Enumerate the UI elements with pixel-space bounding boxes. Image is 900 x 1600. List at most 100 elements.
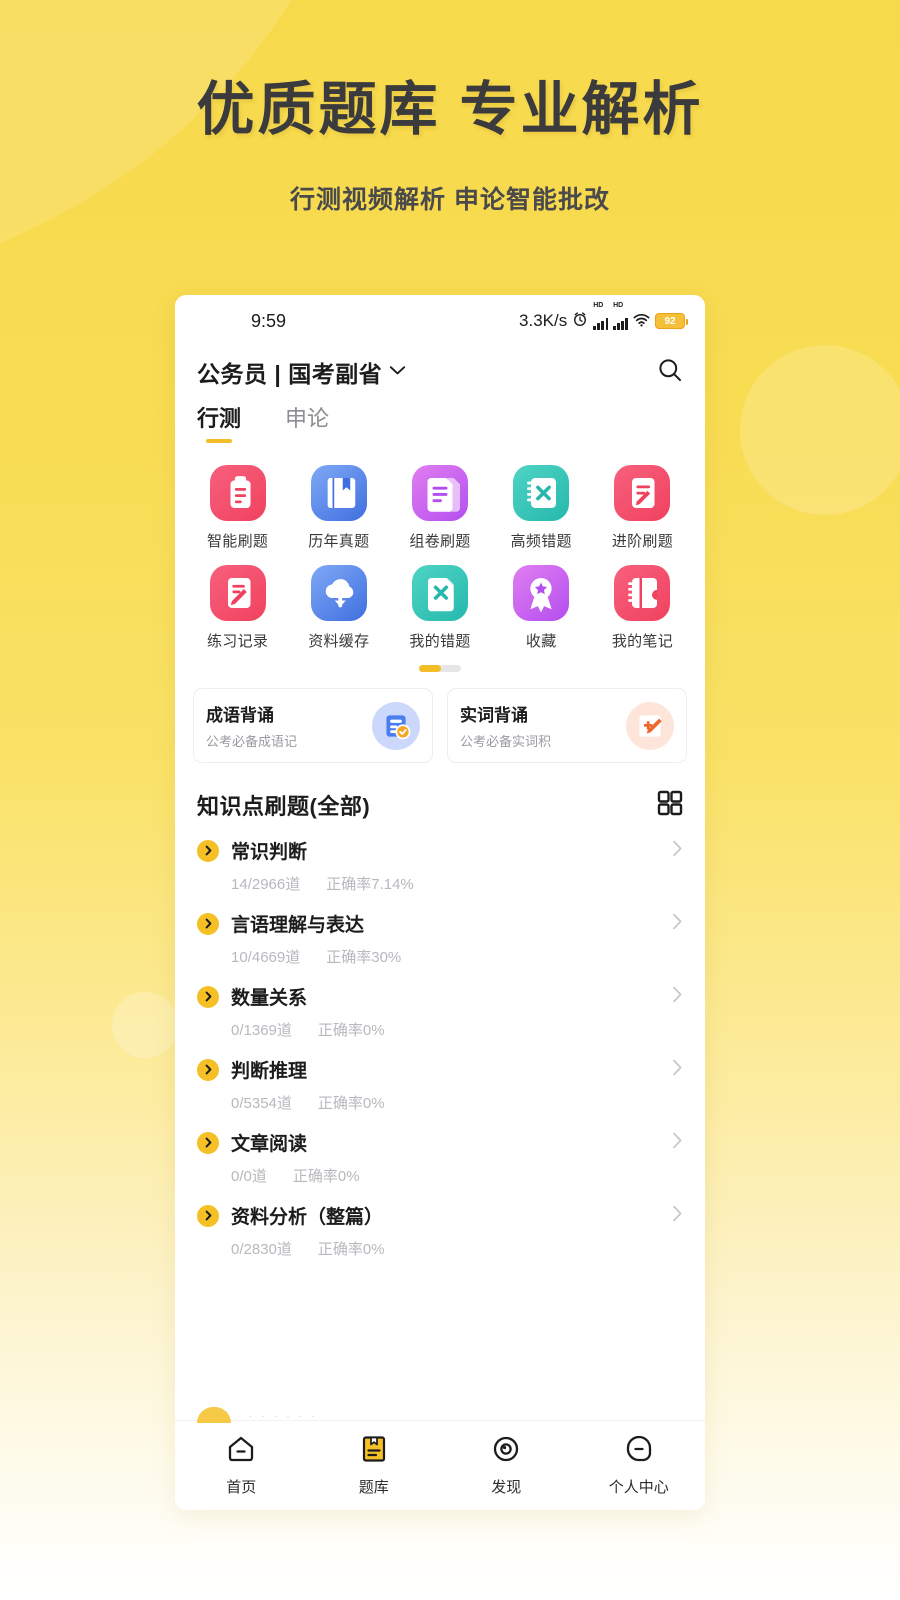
status-bar: 9:59 3.3K/s HD HD 92	[175, 295, 705, 347]
kp-name: 言语理解与表达	[231, 915, 365, 936]
document-pen-icon	[614, 465, 671, 521]
kp-progress: 0/0道	[231, 1168, 267, 1185]
promo-title: 成语背诵	[206, 706, 274, 725]
promo-text: 实词背诵 公考必备实词积	[460, 701, 626, 750]
grid-item-paper-stack[interactable]: 组卷刷题	[389, 455, 490, 555]
decorative-circle-right	[740, 345, 900, 515]
knowledge-point-row[interactable]: 资料分析（整篇） 0/2830道 正确率0%	[197, 1190, 683, 1263]
kp-accuracy: 正确率0%	[317, 1241, 385, 1258]
search-icon[interactable]	[657, 357, 683, 388]
grid-item-document-lines[interactable]: 智能刷题	[187, 455, 288, 555]
paper-stack-icon	[412, 465, 468, 521]
nav-item-label: 首页	[226, 1479, 257, 1496]
kp-progress: 0/5354道	[231, 1095, 292, 1112]
kp-accuracy: 正确率0%	[292, 1168, 360, 1185]
grid-item-label: 收藏	[525, 633, 557, 650]
kp-row-top: 资料分析（整篇）	[197, 1202, 683, 1229]
page-x-icon	[412, 565, 468, 621]
nav-item-home[interactable]: 首页	[175, 1434, 308, 1497]
kp-row-meta: 0/1369道 正确率0%	[197, 1010, 683, 1040]
grid-item-document-pen[interactable]: 进阶刷题	[592, 455, 693, 555]
grid-view-icon[interactable]	[657, 790, 683, 821]
grid-item-label: 我的错题	[409, 633, 471, 650]
grid-item-note-pencil[interactable]: 练习记录	[187, 555, 288, 655]
promo-subtitle: 公考必备成语记	[206, 734, 298, 749]
scroll-hint-dots: · · · · · ·	[249, 1411, 318, 1421]
chevron-right-icon	[672, 840, 683, 862]
grid-item-medal-star[interactable]: 收藏	[491, 555, 592, 655]
chevron-right-badge-icon	[197, 1204, 219, 1227]
grid-item-cloud-download[interactable]: 资料缓存	[288, 555, 389, 655]
hd-label-1: HD	[593, 301, 604, 309]
nav-item-compass[interactable]: 发现	[440, 1434, 573, 1497]
kp-accuracy: 正确率30%	[326, 949, 402, 966]
cloud-download-icon	[310, 565, 367, 621]
app-header: 公务员 | 国考副省	[175, 347, 705, 397]
grid-item-label: 智能刷题	[207, 533, 269, 550]
promo-card-row: 成语背诵 公考必备成语记 实词背诵 公考必备实词积	[175, 672, 705, 763]
status-indicators: 3.3K/s HD HD 92	[519, 302, 688, 335]
icon-grid-row: 智能刷题 历年真题 组卷刷题 高频错题 进阶刷题	[187, 455, 693, 555]
signal-icon-1: HD	[593, 302, 609, 335]
promo-card-2[interactable]: 实词背诵 公考必备实词积	[447, 688, 687, 763]
status-time: 9:59	[251, 310, 287, 331]
document-check-icon	[372, 701, 420, 750]
kp-progress: 0/2830道	[231, 1241, 292, 1258]
grid-item-notebook-x[interactable]: 高频错题	[491, 455, 592, 555]
phone-screenshot: 9:59 3.3K/s HD HD 92 公务员 | 国考副省 行测 申论 智能…	[175, 295, 705, 1510]
alarm-clock-icon	[572, 311, 588, 332]
grid-item-label: 组卷刷题	[409, 533, 471, 550]
knowledge-point-row[interactable]: 言语理解与表达 10/4669道 正确率30%	[197, 898, 683, 971]
knowledge-point-list[interactable]: 常识判断 14/2966道 正确率7.14% 言语理解与表达 10/4669道 …	[175, 825, 705, 1420]
grid-item-notebook[interactable]: 我的笔记	[592, 555, 693, 655]
network-speed-text: 3.3K/s	[519, 311, 568, 330]
chevron-right-icon	[672, 913, 683, 935]
bookmark-book-icon	[310, 465, 367, 521]
knowledge-section-header: 知识点刷题(全部)	[175, 763, 705, 825]
kp-progress: 14/2966道	[231, 876, 301, 893]
chevron-right-icon	[672, 1059, 683, 1081]
grid-item-label: 历年真题	[308, 533, 370, 550]
knowledge-point-row[interactable]: 文章阅读 0/0道 正确率0%	[197, 1117, 683, 1190]
signal-icon-2: HD	[613, 302, 628, 335]
section-tabs: 行测 申论	[175, 397, 705, 445]
document-lines-icon	[209, 465, 266, 521]
kp-name: 数量关系	[231, 988, 308, 1009]
chevron-right-badge-icon	[197, 985, 219, 1008]
knowledge-point-row[interactable]: 数量关系 0/1369道 正确率0%	[197, 971, 683, 1044]
kp-name: 文章阅读	[231, 1134, 308, 1155]
battery-icon: 92	[655, 313, 688, 329]
nav-item-label: 题库	[358, 1479, 389, 1496]
kp-progress: 0/1369道	[231, 1022, 292, 1039]
kp-name: 资料分析（整篇）	[231, 1207, 384, 1228]
grid-item-bookmark-book[interactable]: 历年真题	[288, 455, 389, 555]
knowledge-point-row[interactable]: 判断推理 0/5354道 正确率0%	[197, 1044, 683, 1117]
chevron-down-icon	[389, 363, 406, 381]
nav-item-book[interactable]: 题库	[308, 1434, 441, 1497]
category-selector[interactable]: 公务员 | 国考副省	[197, 355, 406, 389]
home-icon	[226, 1434, 256, 1469]
kp-row-top: 文章阅读	[197, 1129, 683, 1156]
notebook-x-icon	[513, 465, 570, 521]
kp-accuracy: 正确率7.14%	[326, 876, 414, 893]
pager-track[interactable]	[419, 665, 461, 672]
nav-item-profile[interactable]: 个人中心	[573, 1434, 706, 1497]
section-title: 知识点刷题(全部)	[197, 794, 371, 819]
chevron-right-badge-icon	[197, 839, 219, 862]
nav-item-label: 发现	[491, 1479, 522, 1496]
tab-1[interactable]: 行测	[197, 401, 241, 443]
tab-label: 行测	[197, 406, 242, 431]
kp-accuracy: 正确率0%	[317, 1022, 385, 1039]
knowledge-point-row[interactable]: 常识判断 14/2966道 正确率7.14%	[197, 825, 683, 898]
chevron-right-icon	[672, 1132, 683, 1154]
notebook-icon	[614, 565, 671, 621]
category-label: 公务员 | 国考副省	[197, 361, 383, 387]
grid-item-page-x[interactable]: 我的错题	[389, 555, 490, 655]
kp-name: 判断推理	[231, 1061, 308, 1082]
promo-title: 实词背诵	[460, 706, 528, 725]
hero-section: 优质题库 专业解析 行测视频解析 申论智能批改	[0, 78, 900, 216]
grid-pager	[175, 665, 705, 672]
promo-card-1[interactable]: 成语背诵 公考必备成语记	[193, 688, 433, 763]
kp-row-top: 常识判断	[197, 837, 683, 864]
tab-2[interactable]: 申论	[285, 401, 329, 443]
